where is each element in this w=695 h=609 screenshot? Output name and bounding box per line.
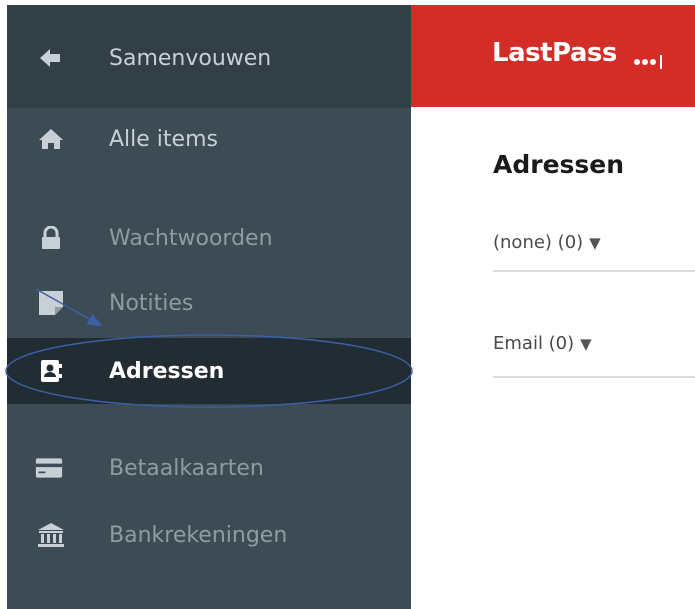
sidebar-item-all-items[interactable]: Alle items — [7, 106, 411, 172]
home-icon — [37, 125, 65, 153]
sidebar-item-notes[interactable]: Notities — [7, 270, 411, 336]
sidebar-item-payment-cards[interactable]: Betaalkaarten — [7, 435, 411, 501]
caret-down-icon: ▼ — [580, 335, 592, 353]
collapse-button[interactable]: Samenvouwen — [7, 25, 411, 91]
sidebar-item-bank-accounts[interactable]: Bankrekeningen — [7, 502, 411, 568]
main-content: Adressen (none) (0) ▼ Email (0) ▼ — [411, 107, 695, 609]
sidebar-item-label: Bankrekeningen — [109, 522, 288, 548]
bank-icon — [37, 521, 65, 549]
sidebar-item-passwords[interactable]: Wachtwoorden — [7, 205, 411, 271]
sidebar-item-label: Adressen — [109, 358, 225, 384]
credit-card-icon — [35, 454, 63, 482]
lastpass-logo[interactable]: LastPass — [492, 38, 617, 68]
lock-icon — [37, 224, 65, 252]
app-header: LastPass — [411, 5, 695, 107]
sidebar-item-addresses[interactable]: Adressen — [7, 338, 411, 404]
address-book-icon — [37, 357, 65, 385]
sidebar-item-label: Alle items — [109, 126, 218, 152]
logo-dots-icon — [634, 55, 662, 69]
page-title: Adressen — [493, 150, 625, 179]
sidebar-item-label: Betaalkaarten — [109, 455, 264, 481]
dropdown-label: (none) (0) — [493, 232, 584, 253]
arrow-left-icon — [37, 44, 65, 72]
sidebar: Samenvouwen Alle items Wachtwoorden Noti… — [7, 5, 411, 609]
caret-down-icon: ▼ — [589, 234, 601, 252]
folder-dropdown-email[interactable]: Email (0) ▼ — [493, 333, 695, 354]
divider — [493, 376, 695, 378]
sidebar-item-label: Wachtwoorden — [109, 225, 273, 251]
divider — [493, 270, 695, 272]
collapse-label: Samenvouwen — [109, 45, 272, 71]
sidebar-item-label: Notities — [109, 290, 194, 316]
note-icon — [37, 289, 65, 317]
dropdown-label: Email (0) — [493, 333, 575, 354]
folder-dropdown-none[interactable]: (none) (0) ▼ — [493, 232, 695, 253]
